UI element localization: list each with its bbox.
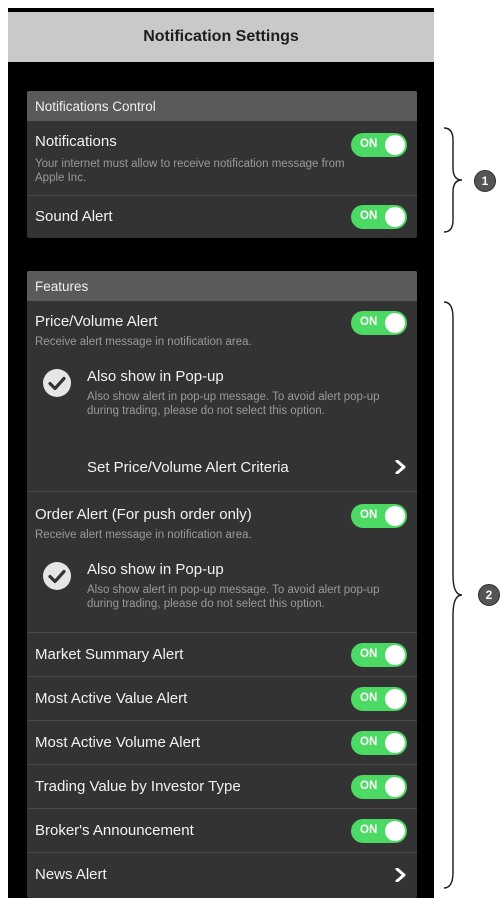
toggle-state-label: ON [360, 692, 378, 704]
trading-value-by-investor-type-row[interactable]: Trading Value by Investor Type ON [27, 765, 417, 809]
notifications-control-section: Notifications Control Notifications Your… [27, 91, 417, 238]
notifications-toggle[interactable]: ON [351, 133, 407, 157]
section-header-features: Features [27, 271, 417, 301]
annotation-badge-1: 1 [474, 170, 496, 192]
sound-alert-toggle[interactable]: ON [351, 205, 407, 229]
price-volume-popup-description: Also show alert in pop-up message. To av… [87, 391, 380, 417]
checkmark-circle-icon[interactable] [43, 369, 71, 397]
price-volume-alert-row: Price/Volume Alert Receive alert message… [27, 301, 417, 492]
toggle-knob [385, 135, 405, 155]
phone-screen: Notification Settings Notifications Cont… [8, 8, 434, 898]
chevron-right-icon[interactable] [395, 868, 407, 882]
toggle-state-label: ON [360, 780, 378, 792]
toggle-state-label: ON [360, 736, 378, 748]
news-alert-row[interactable]: News Alert [27, 853, 417, 896]
brokers-announcement-label: Broker's Announcement [35, 822, 194, 839]
page-title: Notification Settings [8, 12, 434, 62]
toggle-state-label: ON [360, 648, 378, 660]
toggle-knob [385, 821, 405, 841]
chevron-right-icon[interactable] [395, 460, 407, 474]
notifications-label: Notifications [35, 133, 117, 150]
sound-alert-row[interactable]: Sound Alert ON [27, 196, 417, 238]
most-active-volume-alert-label: Most Active Volume Alert [35, 734, 201, 751]
section-header-notifications-control: Notifications Control [27, 91, 417, 121]
order-popup-description: Also show alert in pop-up message. To av… [87, 584, 380, 610]
most-active-volume-alert-toggle[interactable]: ON [351, 731, 407, 755]
set-criteria-link[interactable]: Set Price/Volume Alert Criteria [87, 459, 289, 476]
sound-alert-label: Sound Alert [35, 208, 113, 225]
most-active-value-alert-toggle[interactable]: ON [351, 687, 407, 711]
toggle-knob [385, 689, 405, 709]
brace-annotation-2 [443, 301, 463, 889]
order-alert-label: Order Alert (For push order only) [35, 506, 252, 523]
notifications-description: Your internet must allow to receive noti… [35, 158, 345, 184]
price-volume-alert-toggle[interactable]: ON [351, 311, 407, 335]
trading-value-by-investor-type-label: Trading Value by Investor Type [35, 778, 241, 795]
toggle-state-label: ON [360, 509, 378, 521]
trading-value-by-investor-type-toggle[interactable]: ON [351, 775, 407, 799]
notifications-row[interactable]: Notifications Your internet must allow t… [27, 121, 417, 196]
toggle-knob [385, 207, 405, 227]
toggle-knob [385, 733, 405, 753]
order-alert-row: Order Alert (For push order only) Receiv… [27, 492, 417, 633]
news-alert-label: News Alert [35, 866, 107, 883]
order-alert-toggle[interactable]: ON [351, 504, 407, 528]
market-summary-alert-row[interactable]: Market Summary Alert ON [27, 633, 417, 677]
brokers-announcement-toggle[interactable]: ON [351, 819, 407, 843]
order-alert-description: Receive alert message in notification ar… [35, 529, 252, 541]
most-active-volume-alert-row[interactable]: Most Active Volume Alert ON [27, 721, 417, 765]
price-volume-alert-label: Price/Volume Alert [35, 313, 158, 330]
toggle-state-label: ON [360, 138, 378, 150]
market-summary-alert-toggle[interactable]: ON [351, 643, 407, 667]
brokers-announcement-row[interactable]: Broker's Announcement ON [27, 809, 417, 853]
toggle-knob [385, 777, 405, 797]
price-volume-popup-label: Also show in Pop-up [87, 368, 224, 385]
toggle-knob [385, 313, 405, 333]
toggle-knob [385, 645, 405, 665]
price-volume-alert-description: Receive alert message in notification ar… [35, 336, 252, 348]
order-popup-label: Also show in Pop-up [87, 561, 224, 578]
annotation-badge-2: 2 [478, 584, 500, 606]
checkmark-circle-icon[interactable] [43, 562, 71, 590]
most-active-value-alert-row[interactable]: Most Active Value Alert ON [27, 677, 417, 721]
toggle-state-label: ON [360, 316, 378, 328]
market-summary-alert-label: Market Summary Alert [35, 646, 184, 663]
toggle-state-label: ON [360, 824, 378, 836]
toggle-knob [385, 506, 405, 526]
features-section: Features Price/Volume Alert Receive aler… [27, 271, 417, 898]
toggle-state-label: ON [360, 210, 378, 222]
most-active-value-alert-label: Most Active Value Alert [35, 690, 188, 707]
